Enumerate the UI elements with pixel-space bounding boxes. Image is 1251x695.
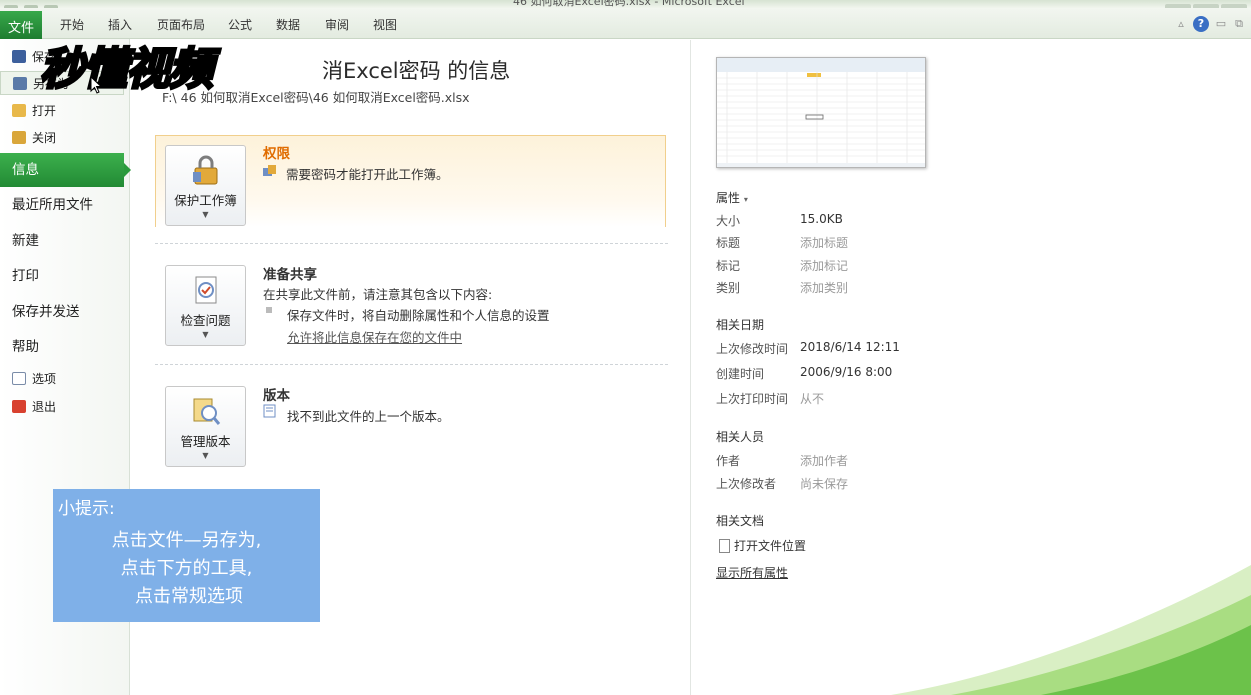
lock-icon bbox=[192, 155, 217, 185]
sidebar-item-new[interactable]: 新建 bbox=[0, 224, 130, 258]
permissions-text: 需要密码才能打开此工作簿。 bbox=[286, 167, 449, 182]
divider bbox=[155, 364, 668, 365]
page-title: 消Excel密码 的信息 bbox=[322, 59, 511, 83]
tip-line: 点击下方的工具, bbox=[120, 558, 253, 579]
tip-line: 点击文件—另存为, bbox=[111, 530, 262, 551]
dates-header: 相关日期 bbox=[716, 318, 765, 332]
tab-data[interactable]: 数据 bbox=[276, 16, 300, 33]
chevron-down-icon: ▼ bbox=[202, 210, 209, 219]
tip-line: 点击常规选项 bbox=[135, 586, 243, 607]
open-folder-icon bbox=[12, 104, 26, 117]
sidebar-item-label: 打开 bbox=[32, 104, 57, 118]
sidebar-item-exit[interactable]: 退出 bbox=[0, 395, 130, 419]
manage-versions-icon bbox=[193, 398, 220, 425]
restore-window-icon[interactable]: ⧉ bbox=[1233, 18, 1245, 30]
tab-formulas[interactable]: 公式 bbox=[228, 16, 252, 33]
sidebar-item-label: 退出 bbox=[32, 400, 57, 414]
chevron-down-icon: ▼ bbox=[202, 451, 209, 460]
tip-title: 小提示: bbox=[58, 499, 115, 519]
author-field[interactable]: 添加作者 bbox=[800, 452, 848, 469]
property-key: 上次打印时间 bbox=[716, 392, 789, 406]
people-header: 相关人员 bbox=[716, 430, 765, 444]
protect-workbook-button[interactable]: 保护工作簿 ▼ bbox=[165, 145, 246, 226]
save-as-icon bbox=[13, 77, 27, 90]
sidebar-item-close[interactable]: 关闭 bbox=[0, 126, 130, 150]
exit-icon bbox=[12, 400, 26, 413]
property-key: 大小 bbox=[716, 214, 741, 228]
created-date-value: 2006/9/16 8:00 bbox=[800, 365, 893, 379]
tab-file[interactable]: 文件 bbox=[0, 11, 42, 39]
sidebar-item-open[interactable]: 打开 bbox=[0, 99, 130, 123]
sidebar-item-label: 关闭 bbox=[32, 131, 57, 145]
prepare-text: 在共享此文件前，请注意其包含以下内容: bbox=[263, 287, 493, 302]
sidebar-item-recent[interactable]: 最近所用文件 bbox=[0, 188, 130, 222]
property-key: 上次修改时间 bbox=[716, 342, 789, 356]
file-icon bbox=[719, 539, 730, 553]
options-icon bbox=[12, 372, 26, 385]
divider bbox=[155, 243, 668, 244]
watermark-text: 秒懂视频 bbox=[39, 43, 215, 97]
help-icon[interactable]: ? bbox=[1193, 16, 1209, 32]
sidebar-item-label: 选项 bbox=[32, 372, 57, 386]
property-category-field[interactable]: 添加类别 bbox=[800, 279, 848, 296]
versions-text: 找不到此文件的上一个版本。 bbox=[287, 409, 450, 424]
watermark-logo: 秒懂视频 bbox=[39, 33, 330, 97]
versions-heading: 版本 bbox=[263, 388, 290, 404]
sidebar-item-print[interactable]: 打印 bbox=[0, 259, 130, 293]
property-key: 类别 bbox=[716, 281, 741, 295]
sidebar-item-save-send[interactable]: 保存并发送 bbox=[0, 295, 130, 329]
minimize-window-icon[interactable]: ▭ bbox=[1215, 18, 1227, 30]
prepare-bullet: 保存文件时，将自动删除属性和个人信息的设置 bbox=[287, 308, 550, 323]
bullet-icon bbox=[266, 307, 272, 313]
property-size-value: 15.0KB bbox=[800, 212, 843, 226]
properties-header[interactable]: 属性 ▾ bbox=[716, 189, 748, 206]
chevron-down-icon: ▼ bbox=[202, 330, 209, 339]
open-file-location-link[interactable]: 打开文件位置 bbox=[719, 537, 806, 554]
mouse-cursor-icon bbox=[90, 76, 102, 94]
chevron-down-icon: ▾ bbox=[743, 195, 748, 204]
tab-view[interactable]: 视图 bbox=[373, 16, 397, 33]
version-file-icon bbox=[263, 404, 276, 418]
manage-versions-button[interactable]: 管理版本 ▼ bbox=[165, 386, 246, 467]
property-key: 创建时间 bbox=[716, 367, 765, 381]
property-key: 标记 bbox=[716, 259, 741, 273]
check-issues-button[interactable]: 检查问题 ▼ bbox=[165, 265, 246, 346]
tab-page-layout[interactable]: 页面布局 bbox=[157, 16, 205, 33]
title-bar: 46 如何取消Excel密码.xlsx - Microsoft Excel bbox=[0, 0, 1251, 8]
property-title-field[interactable]: 添加标题 bbox=[800, 234, 848, 251]
show-all-properties-link[interactable]: 显示所有属性 bbox=[716, 564, 788, 581]
pane-divider bbox=[690, 40, 691, 695]
save-icon bbox=[12, 50, 26, 63]
inspect-document-icon bbox=[195, 276, 216, 304]
minimize-ribbon-icon[interactable]: ▵ bbox=[1175, 18, 1187, 30]
allow-save-info-link[interactable]: 允许将此信息保存在您的文件中 bbox=[287, 327, 462, 346]
quick-access-toolbar[interactable] bbox=[4, 0, 104, 8]
property-tags-field[interactable]: 添加标记 bbox=[800, 257, 848, 274]
tab-home[interactable]: 开始 bbox=[60, 16, 84, 33]
modified-date-value: 2018/6/14 12:11 bbox=[800, 340, 900, 354]
property-key: 作者 bbox=[716, 454, 741, 468]
permissions-heading: 权限 bbox=[263, 146, 290, 162]
permission-lock-icon bbox=[263, 165, 276, 176]
sidebar-item-help[interactable]: 帮助 bbox=[0, 330, 130, 364]
related-docs-header: 相关文档 bbox=[716, 514, 765, 528]
last-modified-by-value: 尚未保存 bbox=[800, 477, 849, 491]
tab-insert[interactable]: 插入 bbox=[108, 16, 132, 33]
printed-date-value: 从不 bbox=[800, 392, 825, 406]
tab-review[interactable]: 审阅 bbox=[325, 16, 349, 33]
property-key: 上次修改者 bbox=[716, 477, 777, 491]
workbook-thumbnail bbox=[716, 57, 926, 168]
prepare-heading: 准备共享 bbox=[263, 267, 317, 283]
property-key: 标题 bbox=[716, 236, 741, 250]
close-file-icon bbox=[12, 131, 26, 144]
window-title: 46 如何取消Excel密码.xlsx - Microsoft Excel bbox=[513, 0, 745, 8]
tip-overlay: 小提示: 点击文件—另存为, 点击下方的工具, 点击常规选项 bbox=[53, 489, 320, 622]
sidebar-item-options[interactable]: 选项 bbox=[0, 367, 130, 391]
sidebar-item-info[interactable]: 信息 bbox=[0, 153, 131, 187]
window-controls[interactable] bbox=[1163, 0, 1247, 8]
